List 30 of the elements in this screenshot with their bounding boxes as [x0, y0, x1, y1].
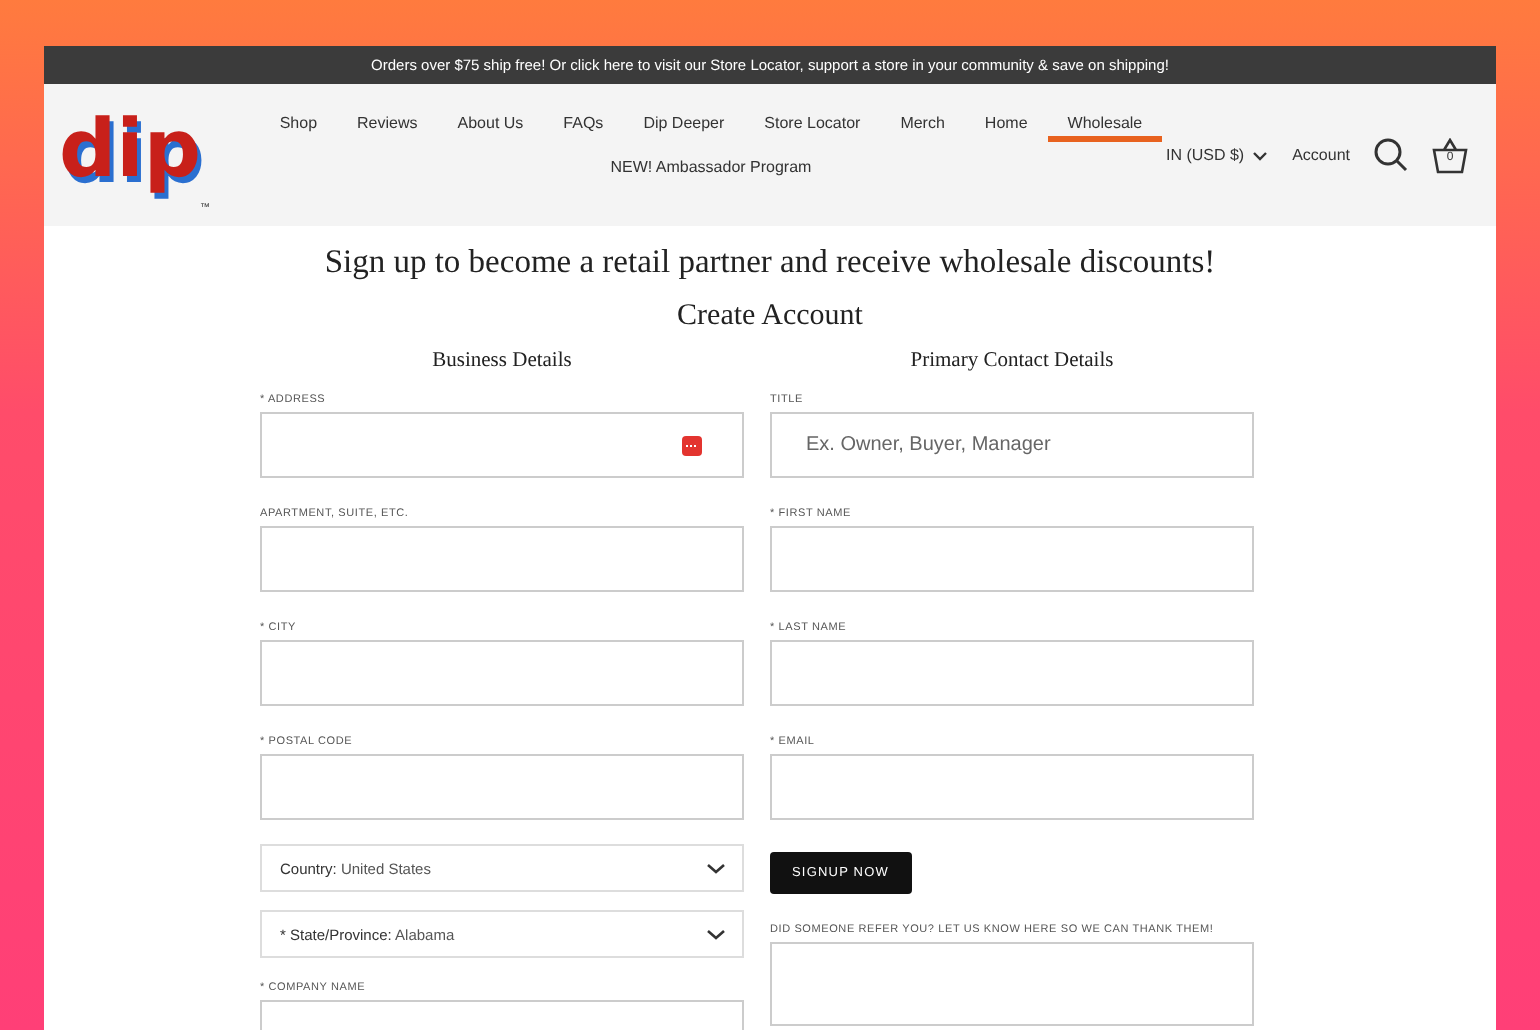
input-field[interactable] [770, 754, 1254, 820]
input-field[interactable] [770, 526, 1254, 592]
form-title: Create Account [675, 300, 865, 334]
nav-link[interactable]: FAQs [543, 109, 624, 141]
nav-link[interactable]: Merch [880, 109, 965, 141]
nav-link[interactable]: Shop [259, 109, 338, 141]
nav-link[interactable]: About Us [437, 109, 544, 141]
input-field[interactable] [770, 640, 1254, 706]
column-heading: Business Details [430, 350, 574, 372]
caret-icon [1252, 149, 1269, 161]
nav-link[interactable]: Reviews [337, 109, 438, 141]
chevron-down-icon [706, 927, 726, 941]
autofill-icon[interactable] [682, 435, 702, 455]
input-field[interactable] [260, 754, 744, 820]
nav-link[interactable]: Wholesale [1047, 109, 1163, 141]
page-headline: Sign up to become a retail partner and receive wholesale discounts! [322, 242, 1218, 282]
search-icon[interactable] [1374, 138, 1408, 172]
column-heading: Primary Contact Details [908, 350, 1116, 372]
nav-link[interactable]: Home [964, 109, 1048, 141]
nav-link[interactable]: Dip Deeper [623, 109, 745, 141]
currency-selector[interactable]: IN (USD $) [1165, 146, 1269, 164]
input-field[interactable]: Ex. Owner, Buyer, Manager [770, 412, 1254, 478]
account-link[interactable]: Account [1292, 146, 1350, 164]
nav-link[interactable]: NEW! Ambassador Program [590, 153, 832, 185]
chevron-down-icon [706, 861, 726, 875]
input-field[interactable] [260, 526, 744, 592]
nav-link[interactable]: Store Locator [744, 109, 881, 141]
input-field[interactable] [260, 412, 744, 478]
input-field[interactable] [260, 640, 744, 706]
text-area[interactable] [770, 942, 1254, 1026]
